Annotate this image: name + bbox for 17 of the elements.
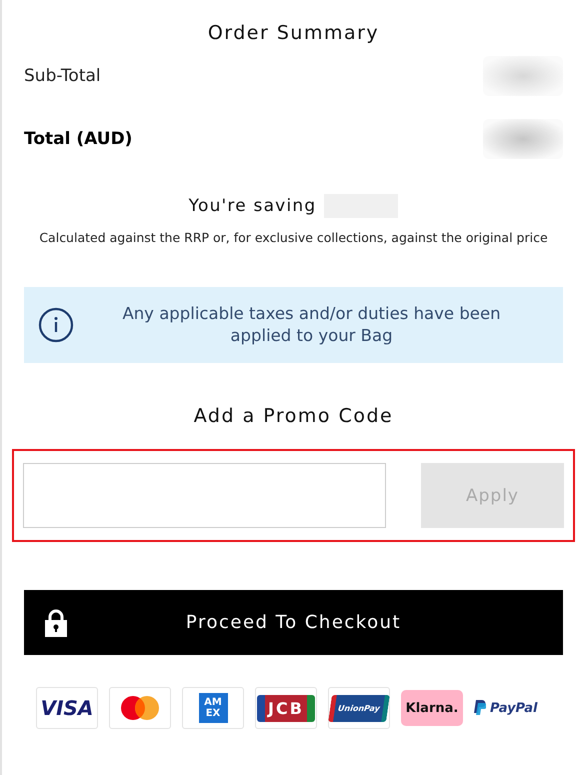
summary-label: Total (AUD) [24,128,132,148]
info-icon [38,307,74,343]
jcb-logo: JCB [255,687,317,729]
saving-label: You're saving [188,196,316,216]
unionpay-logo: UnionPay [328,687,390,729]
summary-label: Sub-Total [24,66,101,86]
promo-heading: Add a Promo Code [192,405,394,427]
visa-logo: VISA [36,687,98,729]
checkout-button[interactable]: Proceed To Checkout [24,590,563,655]
klarna-logo: Klarna. [401,690,463,726]
paypal-logo: PayPal [474,700,538,716]
saving-note: Calculated against the RRP or, for exclusive collections, against the original price [38,230,549,245]
lock-icon [44,608,68,638]
summary-title: Order Summary [206,22,380,44]
promo-code-field[interactable] [23,463,386,528]
info-text: Any applicable taxes and/or duties have been applied to your Bag [121,303,502,347]
amex-logo: AM EX [182,687,244,729]
